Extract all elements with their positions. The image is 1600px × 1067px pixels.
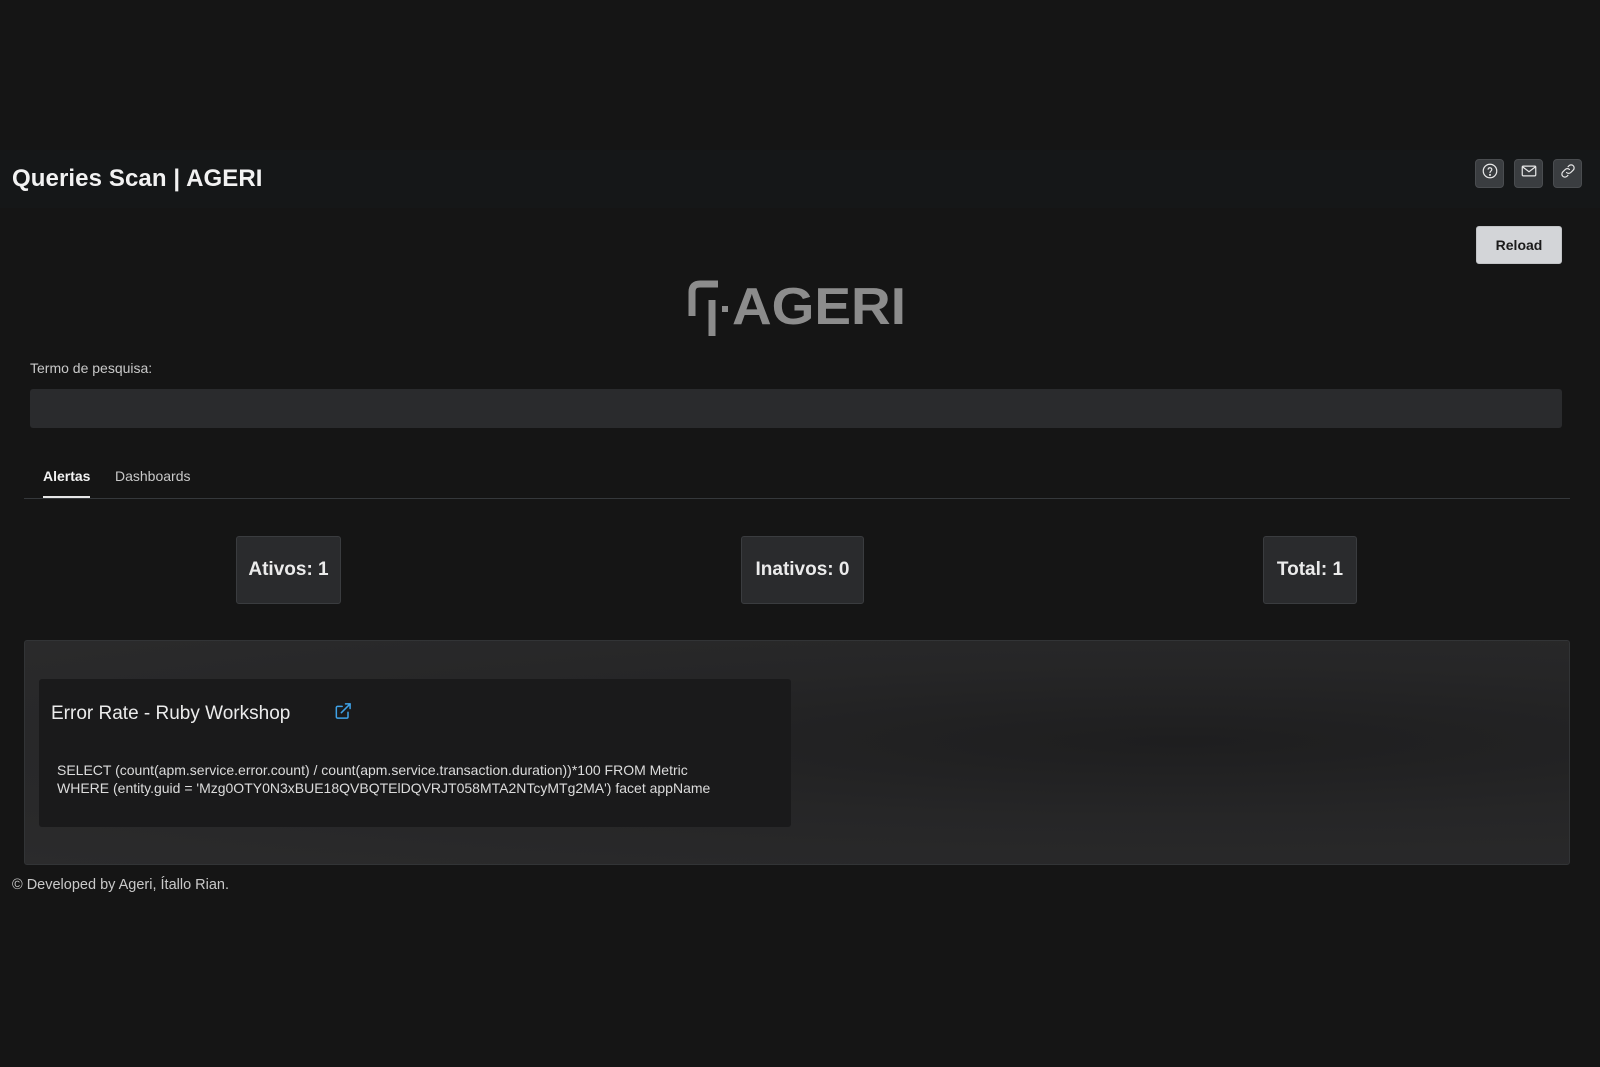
reload-button[interactable]: Reload	[1476, 226, 1562, 264]
page: Queries Scan | AGERI Reload AGERI Termo …	[0, 0, 1600, 1067]
alert-query: SELECT (count(apm.service.error.count) /…	[57, 762, 711, 796]
tab-bar: Alertas Dashboards	[24, 456, 1570, 499]
alert-title: Error Rate - Ruby Workshop	[51, 703, 291, 724]
tab-alertas[interactable]: Alertas	[43, 468, 91, 498]
help-button[interactable]	[1475, 159, 1504, 188]
ageri-logo: AGERI	[688, 278, 908, 340]
footer-credit: © Developed by Ageri, Ítallo Rian.	[12, 877, 230, 893]
external-link-icon[interactable]	[333, 701, 353, 721]
header-actions	[1475, 159, 1582, 188]
link-icon	[1559, 162, 1577, 185]
help-circle-icon	[1481, 162, 1499, 185]
alert-card: Error Rate - Ruby Workshop SELECT (count…	[39, 679, 791, 827]
alert-results-panel: Error Rate - Ruby Workshop SELECT (count…	[24, 640, 1570, 865]
tab-dashboards[interactable]: Dashboards	[115, 468, 191, 496]
page-title: Queries Scan | AGERI	[12, 165, 263, 192]
link-button[interactable]	[1553, 159, 1582, 188]
svg-text:AGERI: AGERI	[732, 280, 906, 336]
search-input[interactable]	[30, 389, 1562, 428]
search-label: Termo de pesquisa:	[30, 360, 153, 376]
stat-ativos: Ativos: 1	[236, 536, 341, 604]
mail-icon	[1520, 162, 1538, 185]
stat-total: Total: 1	[1263, 536, 1357, 604]
mail-button[interactable]	[1514, 159, 1543, 188]
stat-inativos: Inativos: 0	[741, 536, 864, 604]
